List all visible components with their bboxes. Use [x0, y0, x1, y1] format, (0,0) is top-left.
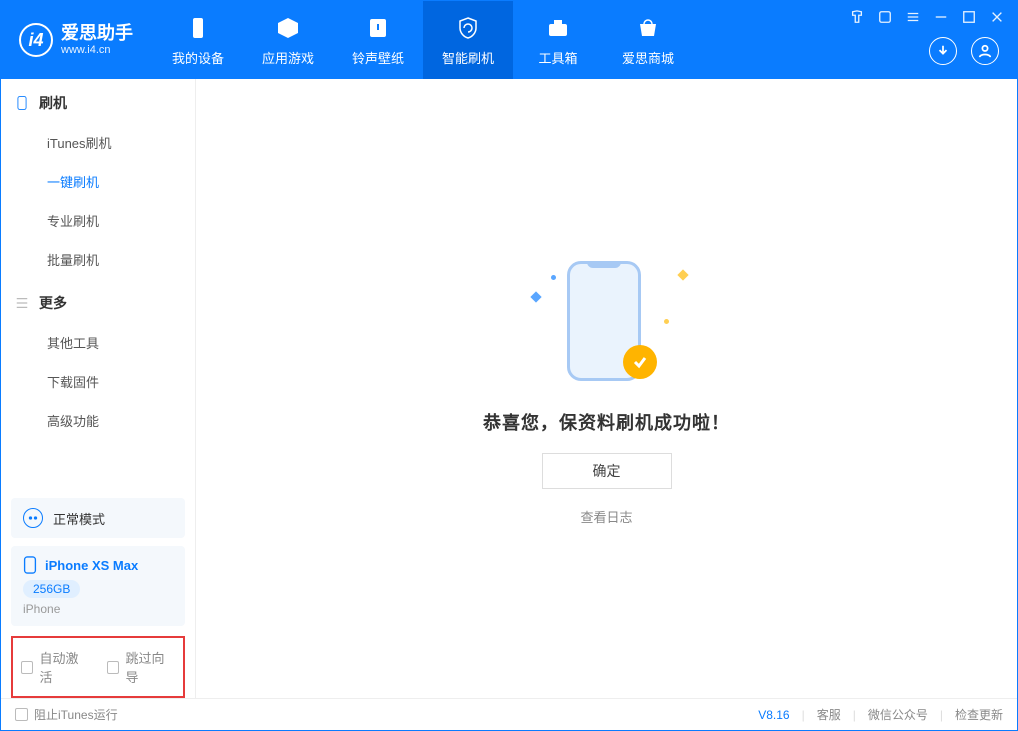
version-label: V8.16	[758, 708, 789, 722]
skin-icon[interactable]	[849, 9, 865, 25]
sidebar-item-download-firmware[interactable]: 下载固件	[1, 362, 195, 401]
section-title: 更多	[39, 293, 67, 313]
mode-icon	[23, 508, 43, 528]
nav-tab-store[interactable]: 爱思商城	[603, 1, 693, 79]
checkbox-label: 阻止iTunes运行	[34, 706, 118, 723]
sidebar-section-flash: 刷机	[1, 79, 195, 123]
device-icon	[184, 14, 212, 42]
store-icon	[634, 14, 662, 42]
success-message: 恭喜您，保资料刷机成功啦！	[483, 409, 730, 435]
checkbox-auto-activate[interactable]: 自动激活	[21, 648, 89, 686]
logo-icon: i4	[19, 23, 53, 57]
nav-tab-apps[interactable]: 应用游戏	[243, 1, 333, 79]
body: 刷机 iTunes刷机 一键刷机 专业刷机 批量刷机 更多 其他工具 下载固件 …	[1, 79, 1017, 698]
device-name: iPhone XS Max	[45, 558, 138, 573]
checkbox-icon	[107, 661, 119, 674]
checkbox-label: 自动激活	[39, 648, 89, 686]
checkbox-block-itunes[interactable]: 阻止iTunes运行	[15, 706, 118, 723]
nav-tab-device[interactable]: 我的设备	[153, 1, 243, 79]
window-controls	[849, 9, 1005, 25]
success-illustration	[527, 251, 687, 391]
maximize-icon[interactable]	[961, 9, 977, 25]
nav-tab-flash[interactable]: 智能刷机	[423, 1, 513, 79]
mode-label: 正常模式	[53, 509, 105, 528]
sidebar-item-batch-flash[interactable]: 批量刷机	[1, 240, 195, 279]
menu-icon[interactable]	[905, 9, 921, 25]
user-button[interactable]	[971, 37, 999, 65]
nav-label: 铃声壁纸	[352, 48, 404, 67]
checkbox-skip-guide[interactable]: 跳过向导	[107, 648, 175, 686]
nav-label: 智能刷机	[442, 48, 494, 67]
section-title: 刷机	[39, 93, 67, 113]
checkbox-label: 跳过向导	[125, 648, 175, 686]
mode-card[interactable]: 正常模式	[11, 498, 185, 538]
main-content: 恭喜您，保资料刷机成功啦！ 确定 查看日志	[196, 79, 1017, 698]
app-title: 爱思助手	[61, 24, 133, 44]
footer-link-wechat[interactable]: 微信公众号	[868, 706, 928, 723]
list-icon	[15, 296, 29, 310]
header-actions	[929, 37, 999, 65]
phone-icon	[23, 556, 37, 574]
sidebar-item-oneclick-flash[interactable]: 一键刷机	[1, 162, 195, 201]
device-capacity: 256GB	[23, 580, 80, 598]
sidebar-item-other-tools[interactable]: 其他工具	[1, 323, 195, 362]
sidebar-item-advanced[interactable]: 高级功能	[1, 401, 195, 440]
nav-tabs: 我的设备 应用游戏 铃声壁纸 智能刷机 工具箱 爱思商城	[153, 1, 693, 79]
download-button[interactable]	[929, 37, 957, 65]
footer-link-support[interactable]: 客服	[817, 706, 841, 723]
nav-label: 工具箱	[538, 48, 577, 67]
minimize-icon[interactable]	[933, 9, 949, 25]
checkbox-icon	[15, 708, 28, 721]
phone-icon	[15, 96, 29, 110]
sidebar-item-pro-flash[interactable]: 专业刷机	[1, 201, 195, 240]
nav-label: 应用游戏	[262, 48, 314, 67]
feedback-icon[interactable]	[877, 9, 893, 25]
check-icon	[623, 345, 657, 379]
footer: 阻止iTunes运行 V8.16 | 客服 | 微信公众号 | 检查更新	[1, 698, 1017, 730]
refresh-shield-icon	[454, 14, 482, 42]
toolbox-icon	[544, 14, 572, 42]
nav-label: 我的设备	[172, 48, 224, 67]
nav-label: 爱思商城	[622, 48, 674, 67]
footer-link-update[interactable]: 检查更新	[955, 706, 1003, 723]
sidebar: 刷机 iTunes刷机 一键刷机 专业刷机 批量刷机 更多 其他工具 下载固件 …	[1, 79, 196, 698]
music-icon	[364, 14, 392, 42]
device-type: iPhone	[23, 602, 173, 616]
header: i4 爱思助手 www.i4.cn 我的设备 应用游戏 铃声壁纸 智能刷机 工具…	[1, 1, 1017, 79]
nav-tab-ringtone[interactable]: 铃声壁纸	[333, 1, 423, 79]
view-log-link[interactable]: 查看日志	[580, 507, 632, 526]
checkbox-icon	[21, 661, 33, 674]
ok-button[interactable]: 确定	[542, 453, 672, 489]
app-subtitle: www.i4.cn	[61, 44, 133, 56]
close-icon[interactable]	[989, 9, 1005, 25]
options-row: 自动激活 跳过向导	[11, 636, 185, 698]
sidebar-section-more: 更多	[1, 279, 195, 323]
nav-tab-toolbox[interactable]: 工具箱	[513, 1, 603, 79]
device-card[interactable]: iPhone XS Max 256GB iPhone	[11, 546, 185, 626]
app-logo: i4 爱思助手 www.i4.cn	[1, 1, 153, 79]
cube-icon	[274, 14, 302, 42]
sidebar-item-itunes-flash[interactable]: iTunes刷机	[1, 123, 195, 162]
